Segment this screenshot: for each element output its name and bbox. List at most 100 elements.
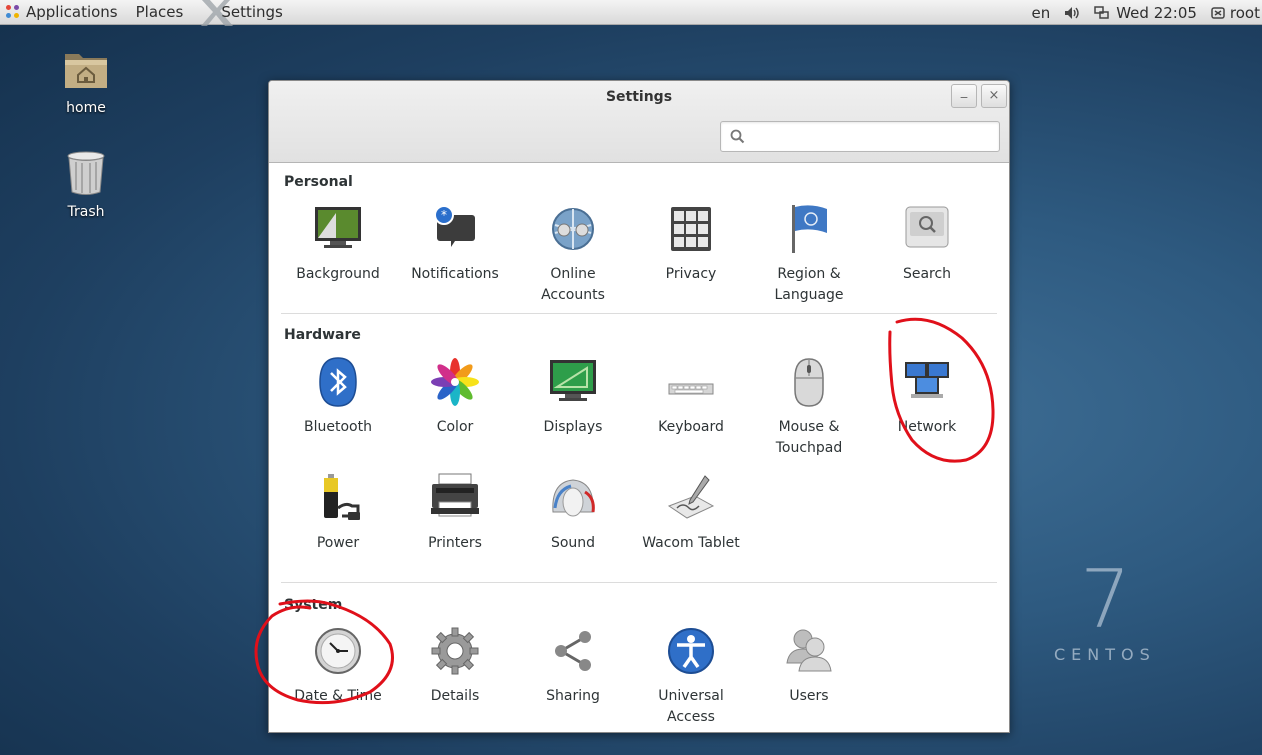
panel-universal-access[interactable]: Universal Access [632, 625, 750, 728]
share-icon [555, 631, 591, 671]
keyboard-icon [668, 383, 714, 395]
panel-privacy[interactable]: Privacy [632, 203, 750, 285]
volume-icon[interactable] [1064, 6, 1080, 20]
sharing-label: Sharing [546, 688, 600, 704]
panel-bluetooth[interactable]: Bluetooth [279, 356, 397, 438]
color-label: Color [436, 419, 474, 435]
notifications-label: Notifications [411, 266, 499, 282]
universal-label-2: Access [667, 709, 715, 725]
panel-region-language[interactable]: Region & Language [750, 203, 868, 306]
sound-label: Sound [550, 535, 596, 551]
accessibility-icon [668, 628, 714, 674]
panel-sound[interactable]: Sound [514, 472, 632, 554]
printer-icon [431, 473, 479, 517]
details-label: Details [430, 688, 480, 704]
panel-power[interactable]: Power [279, 472, 397, 554]
panel-network[interactable]: Network [868, 356, 986, 438]
applications-icon [6, 5, 20, 19]
region-label-1: Region & [777, 266, 841, 282]
online-accounts-icon [552, 208, 594, 250]
panel-online-accounts[interactable]: Online Accounts [514, 203, 632, 306]
centos-brand-text: CENTOS [1054, 645, 1156, 664]
top-panel: Applications Places Settings en Wed 22:0… [0, 0, 1262, 26]
svg-text:*: * [441, 208, 447, 222]
panel-notifications[interactable]: * Notifications [396, 203, 514, 285]
panel-color[interactable]: Color [396, 356, 514, 438]
panel-mouse-touchpad[interactable]: Mouse & Touchpad [750, 356, 868, 459]
user-status-icon [1211, 6, 1225, 19]
user-menu[interactable]: root [1211, 4, 1260, 22]
privacy-icon [671, 207, 711, 251]
settings-menu-label: Settings [221, 3, 283, 21]
panel-details[interactable]: Details [396, 625, 514, 707]
section-personal-title: Personal [284, 174, 353, 190]
users-label: Users [789, 688, 829, 704]
displays-icon [550, 360, 596, 401]
folder-home-icon [65, 54, 107, 88]
panel-printers[interactable]: Printers [396, 472, 514, 554]
close-icon: × [988, 88, 1000, 103]
user-name: root [1229, 3, 1260, 22]
mouse-label-2: Touchpad [775, 440, 843, 456]
network-icon [905, 362, 949, 398]
section-divider [281, 313, 997, 314]
keyboard-layout-indicator[interactable]: en [1031, 4, 1050, 22]
window-header[interactable]: Settings _ × [269, 81, 1009, 163]
section-divider [281, 582, 997, 583]
online-accounts-label-1: Online [550, 266, 596, 282]
mouse-icon [794, 358, 824, 407]
panel-background[interactable]: Background [279, 203, 397, 285]
centos-version-number: 7 [1080, 553, 1131, 646]
sound-icon [552, 479, 595, 517]
color-icon [431, 358, 479, 406]
gear-icon [431, 627, 479, 675]
universal-label-1: Universal [658, 688, 724, 704]
applications-menu[interactable]: Applications [0, 0, 118, 25]
mouse-label-1: Mouse & [778, 419, 840, 435]
users-icon [786, 629, 832, 672]
panel-date-time[interactable]: Date & Time [279, 625, 397, 707]
search-input[interactable] [751, 122, 991, 150]
desktop-home-label: home [66, 100, 106, 116]
region-label-2: Language [774, 287, 844, 303]
keyboard-label: Keyboard [658, 419, 724, 435]
search-panel-label: Search [902, 266, 952, 282]
section-hardware-title: Hardware [284, 327, 361, 343]
applications-label: Applications [26, 3, 118, 21]
close-button[interactable]: × [981, 84, 1007, 108]
power-icon [324, 474, 360, 520]
desktop-trash-label: Trash [67, 204, 105, 220]
places-menu[interactable]: Places [136, 0, 184, 25]
panel-users[interactable]: Users [750, 625, 868, 707]
notifications-icon: * [434, 205, 475, 247]
settings-window: Settings _ × Personal Background * Notif… [268, 80, 1010, 733]
clock[interactable]: Wed 22:05 [1116, 4, 1197, 22]
background-label: Background [296, 266, 380, 282]
network-label: Network [897, 419, 957, 435]
panel-displays[interactable]: Displays [514, 356, 632, 438]
wacom-tablet-icon [667, 475, 715, 519]
date-time-label: Date & Time [294, 688, 382, 704]
bluetooth-icon [319, 357, 357, 407]
window-title: Settings [605, 89, 673, 105]
panel-search[interactable]: Search [868, 203, 986, 285]
bluetooth-label: Bluetooth [304, 419, 372, 435]
wacom-label: Wacom Tablet [642, 535, 740, 551]
minimize-button[interactable]: _ [951, 84, 977, 108]
online-accounts-label-2: Accounts [541, 287, 605, 303]
panel-keyboard[interactable]: Keyboard [632, 356, 750, 438]
network-status-icon[interactable] [1094, 5, 1110, 20]
settings-app-menu[interactable]: Settings [199, 0, 283, 26]
panel-sharing[interactable]: Sharing [514, 625, 632, 707]
displays-label: Displays [543, 419, 603, 435]
search-field[interactable] [720, 121, 1000, 152]
trash-icon [67, 151, 105, 195]
section-system-title: System [284, 597, 343, 613]
desktop-trash[interactable]: Trash [46, 150, 126, 220]
panel-wacom-tablet[interactable]: Wacom Tablet [632, 472, 750, 554]
desktop-home[interactable]: home [46, 48, 126, 116]
region-flag-icon [792, 205, 827, 253]
clock-icon [315, 628, 361, 674]
power-label: Power [316, 535, 360, 551]
search-panel-icon [905, 206, 949, 248]
